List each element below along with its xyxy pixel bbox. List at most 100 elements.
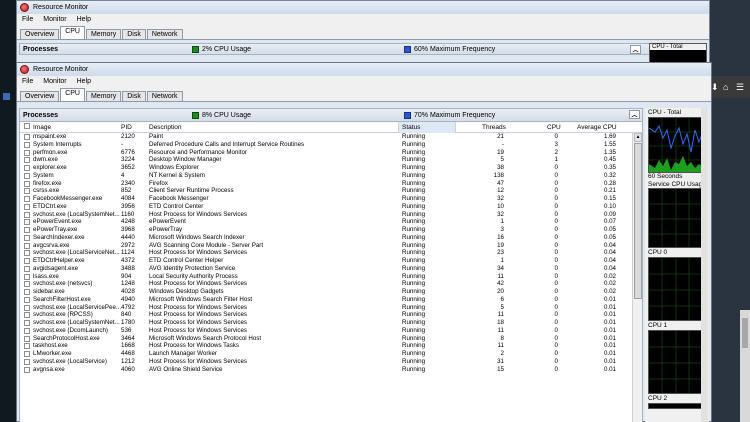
- process-row[interactable]: mspaint.exe 2120 Paint Running 21 0 1.69: [20, 133, 642, 141]
- process-checkbox[interactable]: [24, 327, 30, 334]
- process-row[interactable]: svchost.exe (DcomLaunch) 536 Host Process …: [20, 327, 642, 335]
- process-row[interactable]: svchost.exe (LocalSystemNet... 1780 Host P…: [20, 319, 642, 327]
- process-row[interactable]: perfmon.exe 6776 Resource and Performance …: [20, 149, 642, 157]
- processes-header[interactable]: Processes 2% CPU Usage 60% Maximum Frequ…: [19, 43, 707, 55]
- process-row[interactable]: System 4 NT Kernel & System Running 138 0 0.32: [20, 172, 642, 180]
- process-checkbox[interactable]: [24, 211, 30, 218]
- process-row[interactable]: lsass.exe 904 Local Security Authority Pro…: [20, 273, 642, 281]
- process-row[interactable]: svchost.exe (RPCSS) 840 Host Process for W…: [20, 311, 642, 319]
- process-checkbox[interactable]: [24, 281, 30, 288]
- tab-cpu[interactable]: CPU: [60, 26, 85, 39]
- process-checkbox[interactable]: [24, 343, 30, 350]
- process-checkbox[interactable]: [24, 366, 30, 373]
- tab-disk[interactable]: Disk: [122, 91, 146, 101]
- process-checkbox[interactable]: [24, 219, 30, 226]
- column-header-description[interactable]: Description: [149, 124, 182, 131]
- menu-icon[interactable]: ☰: [736, 82, 744, 93]
- process-checkbox[interactable]: [24, 134, 30, 140]
- process-row[interactable]: svchost.exe (LocalServicePee... 4792 Host …: [20, 304, 642, 312]
- processes-header[interactable]: Processes 8% CPU Usage 70% Maximum Frequ…: [20, 109, 642, 122]
- process-row[interactable]: ETDCtrl.exe 3956 ETD Control Center Running…: [20, 203, 642, 211]
- menu-file[interactable]: File: [22, 16, 33, 23]
- process-checkbox[interactable]: [24, 227, 30, 233]
- process-checkbox[interactable]: [24, 188, 30, 195]
- column-header-image[interactable]: Image: [33, 124, 51, 131]
- process-checkbox[interactable]: [24, 351, 30, 357]
- process-row[interactable]: dwm.exe 3224 Desktop Window Manager Running…: [20, 156, 642, 164]
- process-row[interactable]: csrss.exe 852 Client Server Runtime Proces…: [20, 187, 642, 195]
- collapse-chevron-icon[interactable]: ︿: [630, 45, 641, 54]
- process-row[interactable]: svchost.exe (LocalService) 1212 Host Proce…: [20, 358, 642, 366]
- tab-overview[interactable]: Overview: [20, 91, 60, 101]
- process-row[interactable]: avgidsagent.exe 3488 AVG Identity Protecti…: [20, 265, 642, 273]
- process-row[interactable]: System Interrupts - Deferred Procedure Cal…: [20, 141, 642, 149]
- process-checkbox[interactable]: [24, 320, 30, 326]
- background-scrollbar[interactable]: [740, 310, 750, 422]
- collapse-chevron-icon[interactable]: ︿: [629, 110, 640, 119]
- column-header-threads[interactable]: Threads: [482, 124, 506, 131]
- process-row[interactable]: ePowerEvent.exe 4248 ePowerEvent Running 1 0 0…: [20, 218, 642, 226]
- process-row[interactable]: taskhost.exe 1668 Host Process for Windows…: [20, 342, 642, 350]
- process-row[interactable]: ETDCtrlHelper.exe 4372 ETD Control Center …: [20, 257, 642, 265]
- process-checkbox[interactable]: [24, 289, 30, 295]
- process-checkbox[interactable]: [24, 250, 30, 257]
- process-checkbox[interactable]: [24, 296, 30, 303]
- process-row[interactable]: sidebar.exe 4028 Windows Desktop Gadgets Ru…: [20, 288, 642, 296]
- process-checkbox[interactable]: [24, 234, 30, 241]
- process-row[interactable]: avgnsa.exe 4060 AVG Online Shield Service R…: [20, 366, 642, 374]
- process-row[interactable]: svchost.exe (LocalServiceNet... 1124 Host …: [20, 249, 642, 257]
- resource-monitor-window-front[interactable]: Resource Monitor File Monitor Help Overv…: [16, 62, 712, 422]
- tab-disk[interactable]: Disk: [122, 29, 146, 39]
- process-row[interactable]: svchost.exe (netsvcs) 1248 Host Process fo…: [20, 280, 642, 288]
- process-row[interactable]: SearchProtocolHost.exe 3464 Microsoft Wind…: [20, 335, 642, 343]
- process-checkbox[interactable]: [24, 203, 30, 210]
- process-checkbox[interactable]: [24, 265, 30, 272]
- title-bar[interactable]: Resource Monitor: [17, 63, 711, 76]
- process-checkbox[interactable]: [24, 273, 30, 280]
- process-checkbox[interactable]: [24, 172, 30, 179]
- title-bar[interactable]: Resource Monitor: [17, 1, 709, 14]
- process-row[interactable]: SearchIndexer.exe 4440 Microsoft Windows S…: [20, 234, 642, 242]
- scrollbar-thumb[interactable]: [634, 143, 642, 299]
- process-checkbox[interactable]: [24, 149, 30, 156]
- process-row[interactable]: explorer.exe 3652 Windows Explorer Running 3…: [20, 164, 642, 172]
- column-header-pid[interactable]: PID: [121, 124, 132, 131]
- tab-network[interactable]: Network: [146, 91, 183, 101]
- process-checkbox[interactable]: [24, 335, 30, 342]
- process-checkbox[interactable]: [24, 312, 30, 319]
- background-scrollbar-thumb[interactable]: [742, 318, 748, 348]
- process-checkbox[interactable]: [24, 180, 30, 187]
- column-header-status[interactable]: Status: [402, 124, 420, 131]
- process-checkbox[interactable]: [24, 358, 30, 365]
- process-checkbox[interactable]: [24, 258, 30, 264]
- resource-monitor-window-back[interactable]: Resource Monitor File Monitor Help Overv…: [16, 0, 710, 69]
- tab-network[interactable]: Network: [146, 29, 183, 39]
- process-checkbox[interactable]: [24, 304, 30, 311]
- back-arrow-icon[interactable]: ⬇: [711, 82, 719, 93]
- process-row[interactable]: SearchFilterHost.exe 4940 Microsoft Window…: [20, 296, 642, 304]
- process-row[interactable]: FacebookMessenger.exe 4084 Facebook Messen…: [20, 195, 642, 203]
- tab-overview[interactable]: Overview: [20, 29, 60, 39]
- process-checkbox[interactable]: [24, 242, 30, 249]
- process-checkbox[interactable]: [24, 196, 30, 202]
- process-row[interactable]: avgcsrva.exe 2972 AVG Scanning Core Module…: [20, 242, 642, 250]
- select-all-checkbox[interactable]: [24, 123, 30, 129]
- process-row[interactable]: firefox.exe 2340 Firefox Running 47 0 0.28: [20, 180, 642, 188]
- scroll-up-icon[interactable]: ▲: [634, 133, 642, 142]
- process-checkbox[interactable]: [24, 141, 30, 148]
- tab-memory[interactable]: Memory: [85, 29, 122, 39]
- graphs-scrollbar[interactable]: [701, 108, 708, 422]
- home-icon[interactable]: ⌂: [723, 82, 728, 92]
- process-row[interactable]: ePowerTray.exe 3968 ePowerTray Running 3 0 0.0…: [20, 226, 642, 234]
- process-list-scrollbar[interactable]: ▲: [632, 133, 642, 422]
- menu-monitor[interactable]: Monitor: [43, 78, 66, 85]
- process-row[interactable]: svchost.exe (LocalSystemNet... 1160 Host P…: [20, 211, 642, 219]
- column-header-cpu[interactable]: CPU: [547, 124, 561, 131]
- tab-memory[interactable]: Memory: [85, 91, 122, 101]
- menu-monitor[interactable]: Monitor: [43, 16, 66, 23]
- process-checkbox[interactable]: [24, 165, 30, 171]
- process-checkbox[interactable]: [24, 157, 30, 164]
- menu-file[interactable]: File: [22, 78, 33, 85]
- process-row[interactable]: LMworker.exe 4468 Launch Manager Worker Run…: [20, 350, 642, 358]
- menu-help[interactable]: Help: [77, 16, 91, 23]
